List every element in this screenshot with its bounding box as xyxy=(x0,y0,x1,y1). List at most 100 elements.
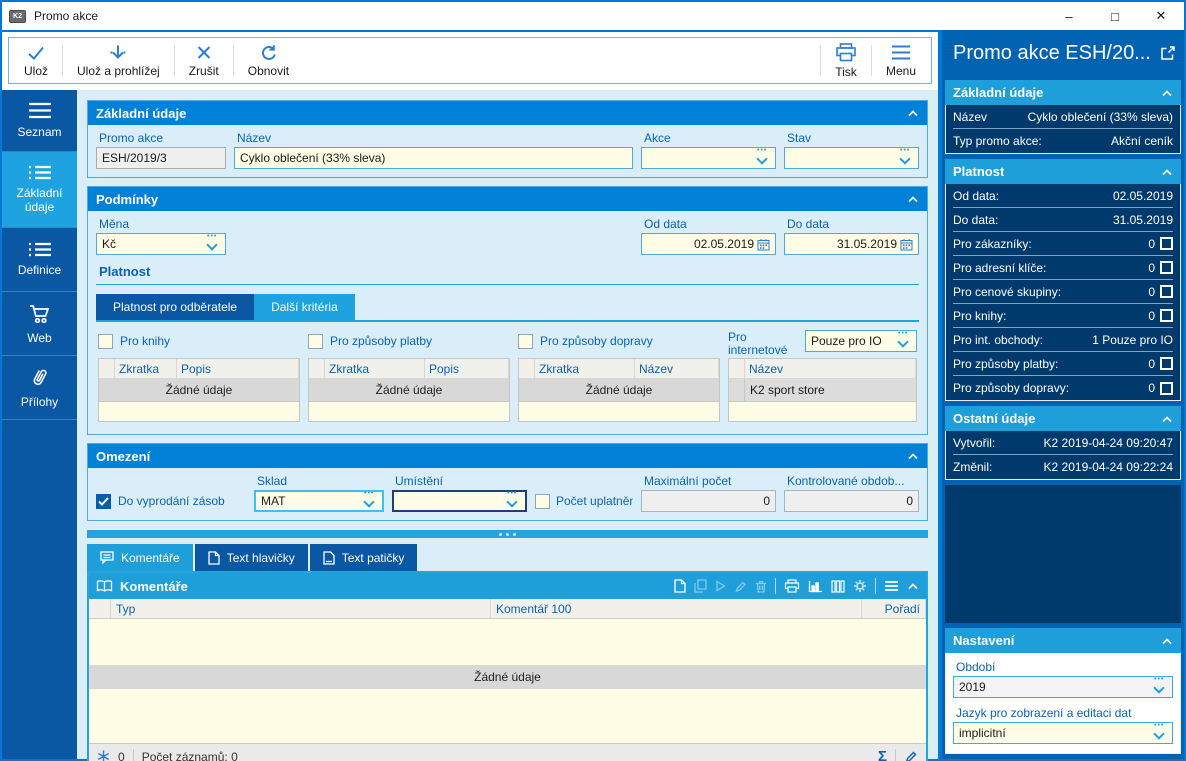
toolbar: Ulož Ulož a prohlížej Zrušit Obnovit Tis… xyxy=(2,30,938,90)
panel-row: Do data: 31.05.2019 xyxy=(953,208,1173,232)
toolbar-separator xyxy=(173,45,175,76)
dropdown-icon xyxy=(1152,722,1167,740)
knihy-table[interactable]: Zkratka Popis Žádné údaje xyxy=(98,358,300,422)
new-record-button[interactable] xyxy=(674,579,686,593)
tab-dalsi-kriteria[interactable]: Další kritéria xyxy=(254,294,355,320)
splitter-handle[interactable] xyxy=(87,530,928,538)
pro-zpusoby-platby-checkbox[interactable] xyxy=(308,333,323,349)
tab-komentare[interactable]: Komentáře xyxy=(87,544,193,571)
delete-button[interactable] xyxy=(755,580,767,593)
akce-dropdown[interactable] xyxy=(641,147,776,169)
copy-button[interactable] xyxy=(694,579,707,593)
nazev-field[interactable]: Cyklo oblečení (33% sleva) xyxy=(234,147,633,169)
cancel-button[interactable]: Zrušit xyxy=(176,38,232,83)
panel-checkbox[interactable] xyxy=(1160,237,1173,250)
calendar-icon[interactable] xyxy=(757,238,770,251)
collapse-chevron-icon[interactable] xyxy=(907,109,919,117)
pocet-uplatneni-checkbox[interactable] xyxy=(535,493,550,509)
sidebar-item-seznam[interactable]: Seznam xyxy=(2,90,77,152)
print-button[interactable]: Tisk xyxy=(822,38,870,83)
mena-label: Měna xyxy=(99,217,130,231)
pro-knihy-checkbox[interactable] xyxy=(98,333,113,349)
toolbar-separator xyxy=(875,578,876,594)
sum-button[interactable]: Σ xyxy=(878,748,887,761)
print-table-button[interactable] xyxy=(784,579,800,593)
pencil-icon[interactable] xyxy=(904,750,918,761)
panel-checkbox[interactable] xyxy=(1160,261,1173,274)
platby-table[interactable]: Zkratka Popis Žádné údaje xyxy=(308,358,510,422)
dopravy-table[interactable]: Zkratka Název Žádné údaje xyxy=(518,358,720,422)
internetove-obchody-dropdown[interactable]: Pouze pro IO xyxy=(805,330,917,352)
close-button[interactable]: ✕ xyxy=(1138,2,1184,30)
nazev-label: Název xyxy=(237,131,272,145)
x-icon xyxy=(197,45,210,59)
pro-zpusoby-dopravy-checkbox[interactable] xyxy=(518,333,533,349)
section-omezeni: Omezení Do vyprodání zásob Sklad MAT •••… xyxy=(87,443,928,521)
komentare-table-header[interactable]: Typ Komentář 100 Pořadí xyxy=(89,599,926,619)
sidebar-item-definice[interactable]: Definice xyxy=(2,228,77,292)
dropdown-icon xyxy=(896,330,911,348)
tab-platnost-pro-odberatele[interactable]: Platnost pro odběratele xyxy=(96,294,255,320)
panel-checkbox[interactable] xyxy=(1160,357,1173,370)
panel-checkbox[interactable] xyxy=(1160,285,1173,298)
open-external-icon[interactable] xyxy=(1160,45,1176,61)
collapse-chevron-icon[interactable] xyxy=(1161,637,1173,645)
app-icon: K2 xyxy=(9,9,26,23)
maximalni-pocet-label: Maximální počet xyxy=(644,474,732,488)
columns-button[interactable] xyxy=(831,579,845,593)
edit-button[interactable] xyxy=(734,580,747,593)
kontrolovane-obdobi-field: 0 xyxy=(784,490,919,512)
sidebar-item-prilohy[interactable]: Přílohy xyxy=(2,356,77,420)
collapse-chevron-icon[interactable] xyxy=(1161,89,1173,97)
promo-akce-field[interactable]: ESH/2019/3 xyxy=(96,147,226,169)
table-menu-button[interactable] xyxy=(884,580,899,592)
window-controls: – □ ✕ xyxy=(1046,2,1184,30)
settings-gear-button[interactable] xyxy=(853,579,867,593)
table-row-selected[interactable]: K2 sport store xyxy=(729,379,916,402)
do-vyprodani-zasob-checkbox[interactable] xyxy=(96,493,111,509)
panel-checkbox[interactable] xyxy=(1160,381,1173,395)
bottom-tabs: Komentáře Text hlavičky Text patičky xyxy=(87,544,928,571)
refresh-button[interactable]: Obnovit xyxy=(235,38,302,83)
eshopy-table[interactable]: Název K2 sport store xyxy=(728,358,917,422)
jazyk-dropdown[interactable]: implicitní xyxy=(953,722,1173,744)
save-and-view-button[interactable]: Ulož a prohlížej xyxy=(64,38,173,83)
tab-text-hlavicky[interactable]: Text hlavičky xyxy=(194,544,308,571)
promo-akce-label: Promo akce xyxy=(99,131,164,145)
komentare-table-body[interactable]: Žádné údaje xyxy=(89,619,926,743)
obdobi-dropdown[interactable]: 2019 xyxy=(953,676,1173,698)
mena-dropdown[interactable]: Kč xyxy=(96,233,226,255)
calendar-icon[interactable] xyxy=(900,238,913,251)
menu-button[interactable]: Menu xyxy=(873,38,929,83)
run-button[interactable] xyxy=(715,580,726,592)
panel-row: Pro způsoby platby: 0 xyxy=(953,352,1173,376)
collapse-chevron-icon[interactable] xyxy=(907,582,919,590)
tab-text-paticky[interactable]: Text patičky xyxy=(309,544,418,571)
chart-button[interactable] xyxy=(808,580,823,593)
collapse-chevron-icon[interactable] xyxy=(1161,168,1173,176)
panel-row: Pro int. obchody: 1 Pouze pro IO xyxy=(953,328,1173,352)
panel-checkbox[interactable] xyxy=(1160,309,1173,322)
do-vyprodani-zasob-row: Do vyprodání zásob xyxy=(96,490,246,512)
sidebar-item-zakladni-udaje[interactable]: Základní údaje xyxy=(2,152,77,228)
panel-section-nastaveni: Nastavení Období 2019 Jazyk pro zobrazen… xyxy=(945,628,1181,754)
pro-zpusoby-dopravy-column: Pro způsoby dopravy Zkratka Název Žádné ú… xyxy=(518,330,720,422)
titlebar: K2 Promo akce – □ ✕ xyxy=(2,2,1184,30)
collapse-chevron-icon[interactable] xyxy=(907,195,919,203)
minimize-button[interactable]: – xyxy=(1046,2,1092,30)
maximize-button[interactable]: □ xyxy=(1092,2,1138,30)
sidebar-item-web[interactable]: Web xyxy=(2,292,77,356)
do-data-field[interactable]: 31.05.2019 xyxy=(784,233,919,255)
sklad-label: Sklad xyxy=(257,474,288,488)
sklad-dropdown[interactable]: MAT xyxy=(254,490,384,512)
stav-dropdown[interactable] xyxy=(784,147,919,169)
panel-section-header: Platnost xyxy=(945,159,1181,184)
umisteni-dropdown[interactable] xyxy=(392,490,527,512)
save-button[interactable]: Ulož xyxy=(11,38,61,83)
record-count: Počet záznamů: 0 xyxy=(141,749,238,761)
nav-sidebar: Seznam Základní údaje Definice Web Přílo… xyxy=(2,90,77,759)
od-data-field[interactable]: 02.05.2019 xyxy=(641,233,776,255)
collapse-chevron-icon[interactable] xyxy=(1161,415,1173,423)
collapse-chevron-icon[interactable] xyxy=(907,452,919,460)
